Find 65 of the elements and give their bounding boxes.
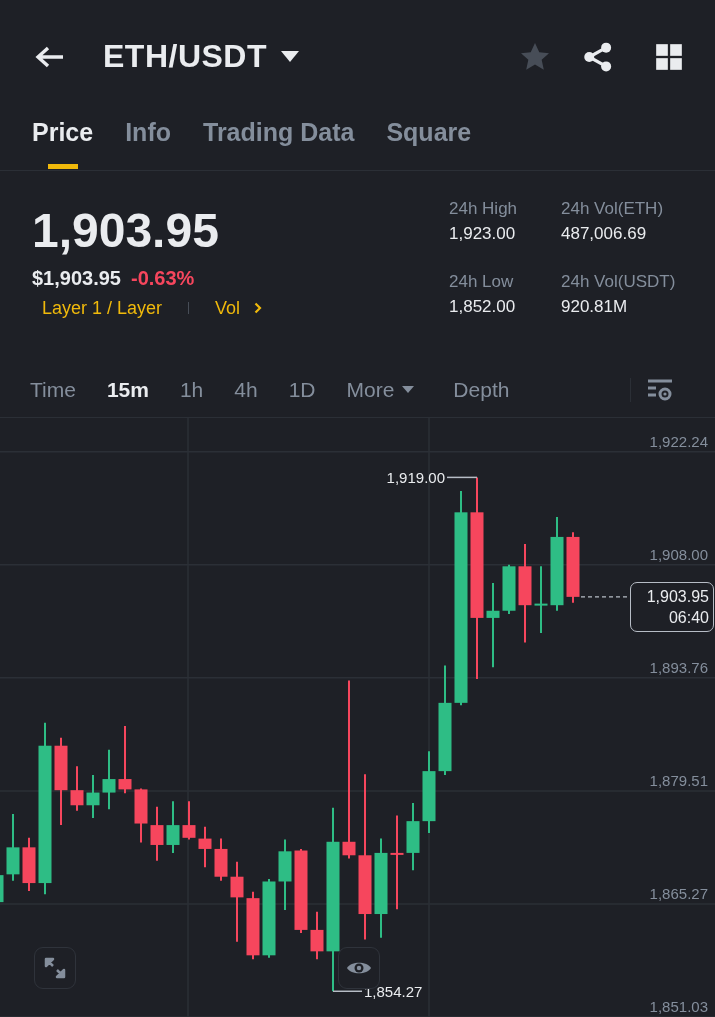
leader-line [446,476,478,479]
expand-icon [43,956,67,980]
candlestick [0,875,4,903]
candlestick [182,800,196,841]
chart-settings-icon[interactable] [647,378,673,401]
candlestick [118,724,132,795]
interval-tab[interactable]: 1D [288,377,316,402]
candlestick [150,805,164,862]
tab[interactable]: Square [386,113,472,170]
countdown-time: 06:40 [668,607,709,628]
candlestick [70,765,84,812]
min-price-label: 1,854.27 [364,983,423,1001]
tab[interactable]: Price [32,113,94,170]
pair-title[interactable]: ETH/USDT [103,38,267,76]
stat-label: 24h High [449,198,519,219]
price-change: -0.63% [131,266,195,290]
chevron-right-icon[interactable] [254,302,263,315]
stat-label: 24h Vol(ETH) [561,198,665,219]
candlestick [86,774,100,819]
candlestick [534,565,548,634]
category-tag[interactable]: Vol [215,297,241,319]
axis-label: 1,908.00 [649,545,708,563]
stat-value: 1,852.00 [449,296,517,317]
usd-price: $1,903.95 [32,266,121,290]
tab[interactable]: Trading Data [203,113,355,170]
axis-label: 1,922.24 [649,432,708,450]
candlestick [166,800,180,854]
interval-tab[interactable]: 15m [106,377,149,402]
interval-tab[interactable]: 4h [234,377,258,402]
grid-icon[interactable] [655,42,683,71]
share-icon[interactable] [583,41,613,72]
tab[interactable]: Info [125,113,171,170]
category-tag[interactable]: Layer 1 / Layer [42,297,163,319]
candlestick [6,813,20,882]
caret-icon[interactable] [281,50,299,63]
stat-value: 487,006.69 [561,223,648,244]
stat-value: 920.81M [561,296,629,317]
candlestick [22,836,36,892]
candlestick [406,801,420,872]
candlestick [214,837,228,882]
leader-line [332,990,363,993]
interval-tab[interactable]: Time [30,377,76,402]
interval-tab[interactable]: 1h [179,377,204,402]
axis-label: 1,851.03 [649,998,708,1015]
candlestick [502,563,516,615]
candlestick [310,910,324,961]
fullscreen-button[interactable] [34,947,76,989]
caret-icon [402,385,415,394]
last-price: 1,903.95 [32,202,220,259]
candlestick [134,787,148,844]
visibility-button[interactable] [338,947,380,989]
candlestick [198,825,212,869]
stat-label: 24h Vol(USDT) [561,271,677,292]
interval-dropdown[interactable]: More [346,377,423,402]
axis-label: 1,879.51 [649,771,708,789]
axis-label: 1,865.27 [649,884,708,902]
axis-label: 1,893.76 [649,658,708,676]
max-price-label: 1,919.00 [386,469,445,487]
candlestick [102,748,116,811]
candlestick [246,890,260,961]
stat-label: 24h Low [449,271,515,292]
stat-value: 1,923.00 [449,223,517,244]
back-arrow-icon[interactable] [35,44,65,69]
interval-tab[interactable]: Depth [453,377,510,402]
last-price-value: 1,903.95 [646,586,709,607]
